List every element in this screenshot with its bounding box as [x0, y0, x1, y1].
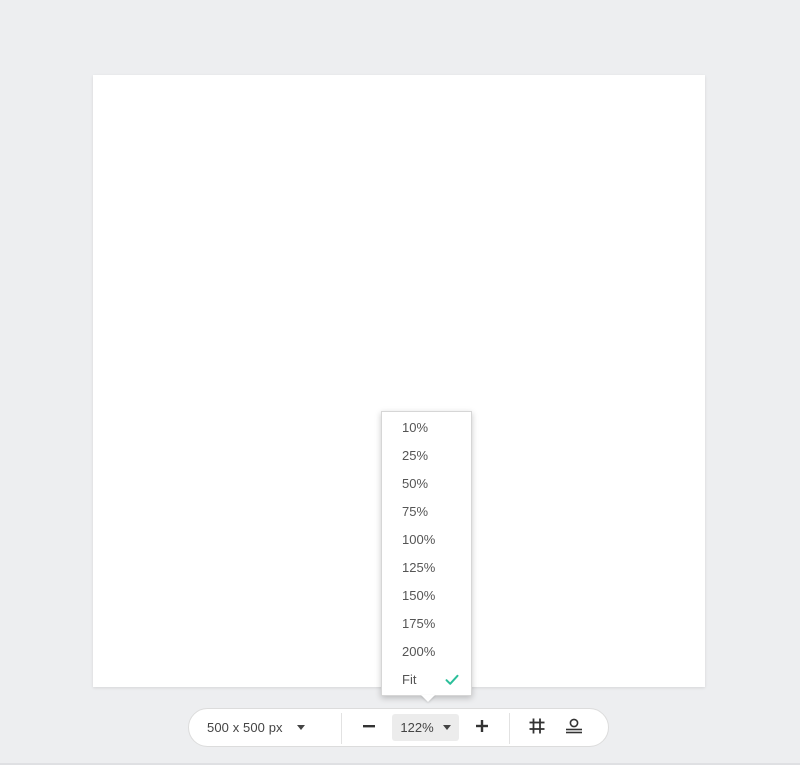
- align-bottom-icon: [565, 718, 583, 739]
- zoom-level-dropdown[interactable]: 122%: [392, 714, 459, 741]
- zoom-out-button[interactable]: [358, 717, 380, 739]
- zoom-option-label: Fit: [402, 672, 417, 687]
- plus-icon: [476, 719, 488, 737]
- align-bottom-button[interactable]: [563, 717, 585, 739]
- zoom-option-label: 100%: [402, 532, 436, 547]
- zoom-dropdown-menu: 10% 25% 50% 75% 100% 125% 150% 175% 200%…: [381, 411, 472, 696]
- zoom-option-label: 10%: [402, 420, 429, 435]
- zoom-option-175[interactable]: 175%: [382, 610, 471, 638]
- zoom-option-label: 25%: [402, 448, 429, 463]
- zoom-in-button[interactable]: [471, 717, 493, 739]
- toolbar-divider: [509, 713, 510, 744]
- zoom-option-label: 125%: [402, 560, 436, 575]
- zoom-option-label: 75%: [402, 504, 429, 519]
- grid-toggle-button[interactable]: [526, 717, 548, 739]
- grid-icon: [529, 718, 545, 739]
- zoom-option-150[interactable]: 150%: [382, 582, 471, 610]
- chevron-down-icon: [442, 725, 451, 730]
- zoom-option-100[interactable]: 100%: [382, 526, 471, 554]
- zoom-option-75[interactable]: 75%: [382, 498, 471, 526]
- zoom-option-label: 50%: [402, 476, 429, 491]
- canvas-size-dropdown[interactable]: 500 x 500 px: [207, 709, 305, 746]
- zoom-level-value: 122%: [400, 720, 434, 735]
- zoom-option-200[interactable]: 200%: [382, 638, 471, 666]
- zoom-option-fit[interactable]: Fit: [382, 666, 471, 694]
- canvas-size-label: 500 x 500 px: [207, 720, 283, 735]
- zoom-option-label: 175%: [402, 616, 436, 631]
- minus-icon: [363, 719, 375, 737]
- zoom-option-label: 200%: [402, 644, 436, 659]
- zoom-option-125[interactable]: 125%: [382, 554, 471, 582]
- zoom-option-25[interactable]: 25%: [382, 442, 471, 470]
- zoom-option-10[interactable]: 10%: [382, 414, 471, 442]
- zoom-option-label: 150%: [402, 588, 436, 603]
- check-icon: [445, 666, 459, 694]
- zoom-option-50[interactable]: 50%: [382, 470, 471, 498]
- chevron-down-icon: [296, 725, 305, 730]
- bottom-toolbar: 500 x 500 px 122%: [188, 708, 609, 747]
- toolbar-divider: [341, 713, 342, 744]
